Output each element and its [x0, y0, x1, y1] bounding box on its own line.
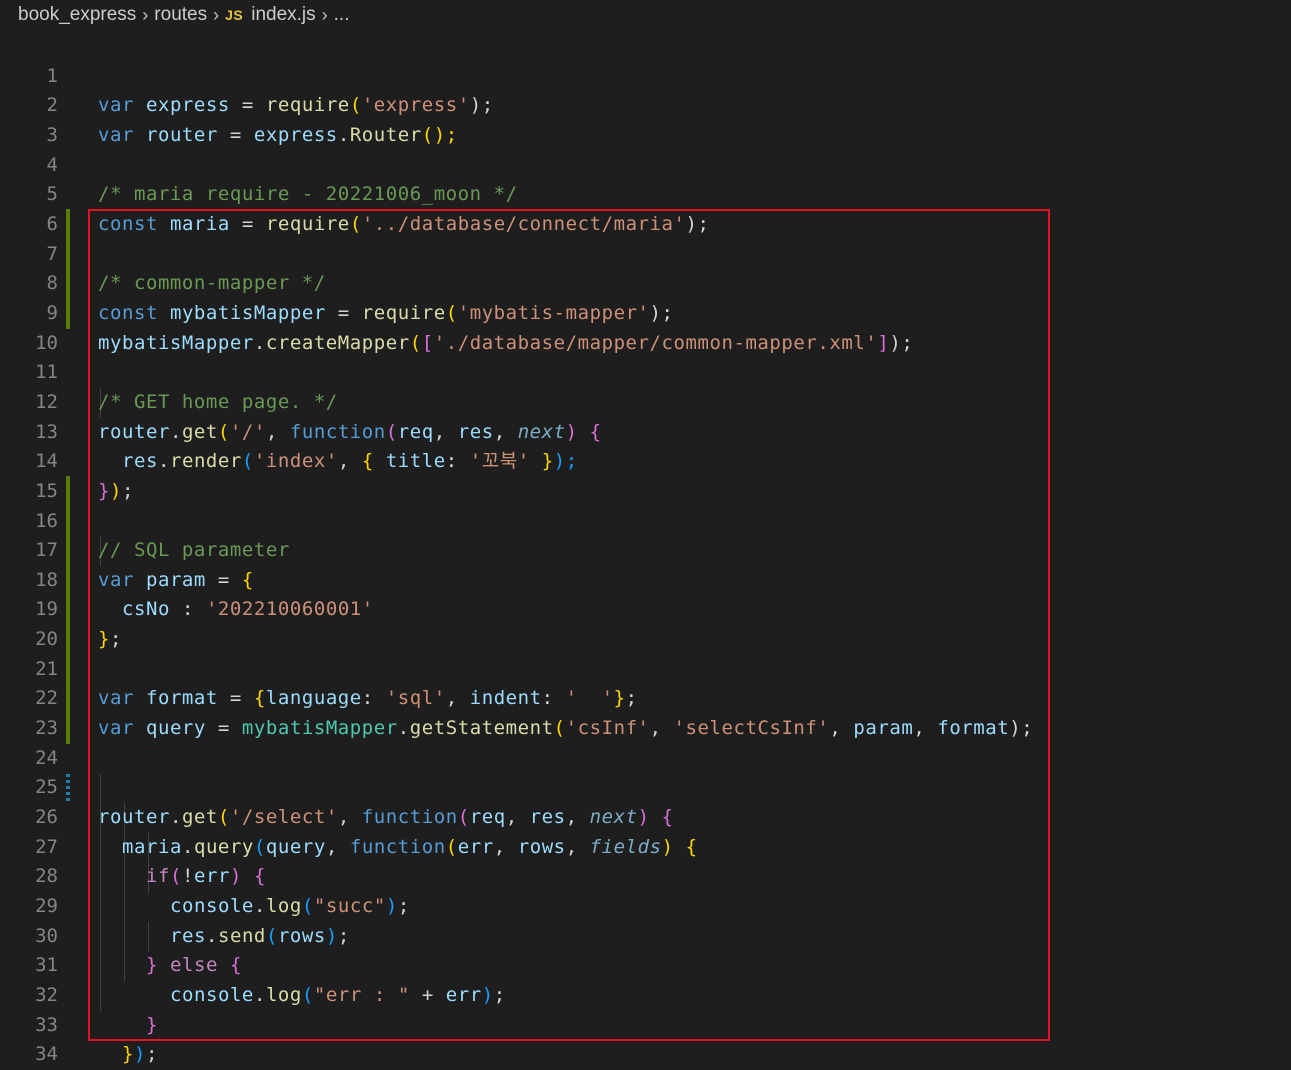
breadcrumb: book_express › routes › JS index.js › ..…: [0, 0, 1291, 30]
code-line: 14 });: [0, 418, 1291, 502]
code-line: 4 /* maria require - 20221006_moon */: [0, 121, 1291, 206]
code-line: 28 console.log("succ");: [0, 833, 1291, 917]
code-line: 23: [0, 684, 1291, 739]
code-line: 13 res.render('index', { title: '꼬북' });: [0, 388, 1291, 473]
code-line: 5 const maria = require('../database/con…: [0, 151, 1291, 235]
code-line: 12 router.get('/', function(req, res, ne…: [0, 358, 1291, 443]
code-line: 8 const mybatisMapper = require('mybatis…: [0, 240, 1291, 324]
code-line: 24: [0, 714, 1291, 769]
code-line: 20: [0, 595, 1291, 650]
code-line: 11 /* GET home page. */: [0, 329, 1291, 413]
code-line: 7 /* common-mapper */: [0, 210, 1291, 295]
code-line: 27 if(!err) {: [0, 803, 1291, 888]
chevron-right-icon: ›: [321, 4, 328, 25]
breadcrumb-more[interactable]: ...: [334, 4, 350, 26]
code-line: 10: [0, 299, 1291, 354]
code-line: 25 router.get('/select', function(req, r…: [0, 744, 1291, 828]
code-line: 29 res.send(rows);: [0, 862, 1291, 947]
code-line: 1 var express = require('express');: [0, 32, 1291, 117]
code-editor[interactable]: 1 var express = require('express'); 2 va…: [0, 32, 1291, 1070]
code-line: 34 });: [0, 1011, 1291, 1065]
breadcrumb-folder[interactable]: book_express: [18, 4, 136, 26]
code-line: 30 } else {: [0, 892, 1291, 977]
code-line: 9 mybatisMapper.createMapper(['./databas…: [0, 269, 1291, 354]
code-line: 31 console.log("err : " + err);: [0, 922, 1291, 1006]
code-line: 21 var format = {language: 'sql', indent…: [0, 625, 1291, 710]
breadcrumb-subfolder[interactable]: routes: [154, 4, 207, 26]
code-line: 16 // SQL parameter: [0, 477, 1291, 562]
code-line: 15: [0, 447, 1291, 502]
breadcrumb-file[interactable]: index.js: [251, 4, 315, 26]
javascript-file-icon: JS: [225, 7, 244, 23]
code-line: 6: [0, 180, 1291, 235]
chevron-right-icon: ›: [142, 4, 149, 25]
code-line: 33 });: [0, 981, 1291, 1066]
code-line: 17 var param = {: [0, 507, 1291, 591]
chevron-right-icon: ›: [213, 4, 220, 25]
code-line: 35: [0, 1040, 1291, 1070]
code-line: 26 maria.query(query, function(err, rows…: [0, 773, 1291, 858]
code-line: 19 };: [0, 566, 1291, 650]
code-line: 3: [0, 91, 1291, 146]
code-line: 18 csNo : '202210060001': [0, 536, 1291, 621]
code-line: 22 var query = mybatisMapper.getStatemen…: [0, 655, 1291, 739]
code-line: 2 var router = express.Router();: [0, 62, 1291, 146]
code-line: 32 }: [0, 951, 1291, 1036]
